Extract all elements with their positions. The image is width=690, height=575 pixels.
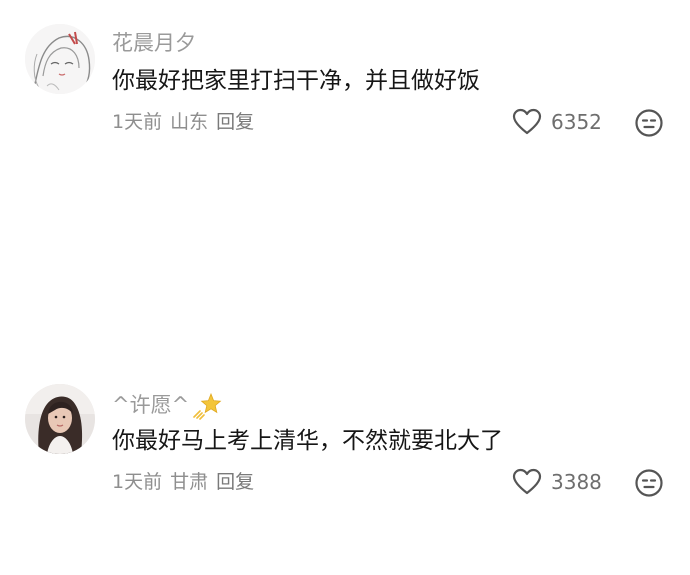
sketch-girl-avatar-icon <box>25 24 95 94</box>
comment-text[interactable]: 你最好把家里打扫干净，并且做好饭 <box>112 66 480 96</box>
meh-face-icon <box>635 109 663 137</box>
dislike-button[interactable] <box>634 108 664 138</box>
avatar[interactable] <box>25 24 95 94</box>
heart-outline-icon <box>512 108 542 135</box>
avatar[interactable] <box>25 384 95 454</box>
username[interactable]: ^许愿^ <box>112 390 222 420</box>
like-count: 3388 <box>551 470 602 494</box>
comment-time: 1天前 <box>112 111 163 133</box>
username[interactable]: 花晨月夕 <box>112 30 196 56</box>
like-button[interactable]: 6352 <box>512 108 602 136</box>
photo-girl-avatar-icon <box>25 384 95 454</box>
reply-button[interactable]: 回复 <box>216 471 254 493</box>
comment-text[interactable]: 你最好马上考上清华，不然就要北大了 <box>112 426 503 456</box>
comment-location: 山东 <box>170 111 209 133</box>
like-button[interactable]: 3388 <box>512 468 602 496</box>
comment-meta: 1天前 山东 回复 <box>112 110 262 134</box>
comment-list: 花晨月夕 你最好把家里打扫干净，并且做好饭 1天前 山东 回复 6352 ^许愿… <box>0 0 690 575</box>
sparkle-star-icon <box>193 392 222 420</box>
username-text: ^许愿^ <box>112 393 190 417</box>
meh-face-icon <box>635 469 663 497</box>
comment-location: 甘肃 <box>170 471 209 493</box>
reply-button[interactable]: 回复 <box>216 111 254 133</box>
comment-meta: 1天前 甘肃 回复 <box>112 470 262 494</box>
like-count: 6352 <box>551 110 602 134</box>
heart-outline-icon <box>512 468 542 495</box>
dislike-button[interactable] <box>634 468 664 498</box>
comment-time: 1天前 <box>112 471 163 493</box>
